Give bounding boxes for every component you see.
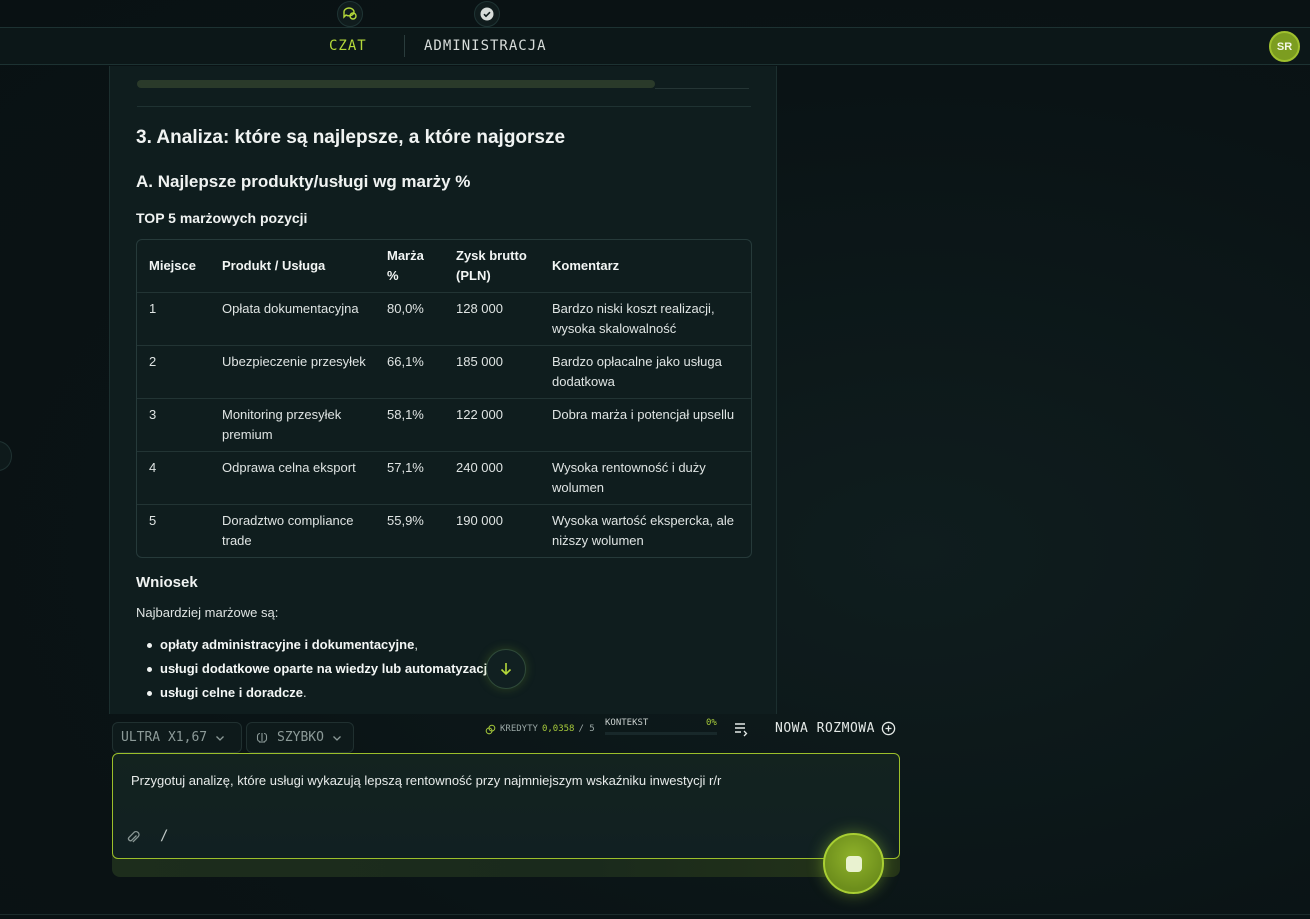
attach-button[interactable]	[125, 829, 141, 850]
tab-administration[interactable]: ADMINISTRACJA	[424, 38, 547, 54]
table-cell: Doradztwo compliance trade	[222, 513, 354, 548]
conversation-list-button[interactable]	[733, 721, 749, 742]
model-label: ULTRA X1,67	[121, 730, 208, 745]
table-row: 3 Monitoring przesyłek premium 58,1% 122…	[137, 399, 751, 452]
list-item: usługi celne i doradcze.	[136, 683, 756, 707]
table-cell: 3	[149, 407, 157, 422]
bottom-divider	[0, 914, 1310, 915]
credits-value: 0,0358	[541, 724, 575, 734]
subsection-heading: A. Najlepsze produkty/usługi wg marży %	[136, 172, 471, 191]
list-item: opłaty administracyjne i dokumentacyjne,	[136, 635, 756, 659]
chat-tab-icon	[337, 1, 363, 27]
column-header: Produkt / Usługa	[222, 258, 326, 273]
table-cell: 4	[149, 460, 157, 475]
chevron-down-icon	[216, 735, 225, 741]
context-percent: 0%	[706, 718, 717, 728]
table-cell: 58,1%	[387, 407, 424, 422]
plus-circle-icon	[881, 721, 896, 736]
table-cell: 1	[149, 301, 157, 316]
arrow-down-icon	[500, 663, 512, 676]
brain-icon	[256, 732, 268, 743]
table-row: 5 Doradztwo compliance trade 55,9% 190 0…	[137, 505, 751, 557]
table-cell: Opłata dokumentacyjna	[222, 301, 359, 316]
table-cell: 122 000	[456, 407, 503, 422]
message-input[interactable]: Przygotuj analizę, które usługi wykazują…	[131, 773, 721, 788]
conclusion-intro: Najbardziej marżowe są:	[136, 605, 279, 620]
paperclip-icon	[127, 830, 140, 843]
chevron-down-icon	[333, 735, 341, 741]
credits-indicator: KREDYTY 0,0358 / 5	[485, 722, 595, 736]
table-cell: Bardzo opłacalne jako usługa dodatkowa	[552, 354, 722, 389]
speed-label: SZYBKO	[277, 730, 324, 745]
admin-tab-icon	[474, 1, 500, 27]
slash-commands-button[interactable]: /	[160, 828, 168, 844]
table-cell: Odprawa celna eksport	[222, 460, 356, 475]
table-cell: 57,1%	[387, 460, 424, 475]
new-conversation-label: NOWA ROZMOWA	[775, 721, 875, 736]
table-cell: 5	[149, 513, 157, 528]
conclusion-heading: Wniosek	[136, 574, 198, 591]
table-cell: 190 000	[456, 513, 503, 528]
table-cell: Dobra marża i potencjał upsellu	[552, 407, 735, 422]
credits-total: / 5	[578, 724, 595, 734]
table-row: 1 Opłata dokumentacyjna 80,0% 128 000 Ba…	[137, 293, 751, 346]
column-header: Zysk brutto (PLN)	[456, 248, 527, 283]
scrollbar-track	[655, 88, 749, 89]
table-heading: TOP 5 marżowych pozycji	[136, 210, 308, 226]
table-cell: Wysoka wartość ekspercka, ale niższy wol…	[552, 513, 734, 548]
model-select[interactable]: ULTRA X1,67	[112, 722, 242, 753]
section-heading: 3. Analiza: które są najlepsze, a które …	[136, 127, 566, 148]
top-margin-table: Miejsce Produkt / Usługa Marża % Zysk br…	[136, 239, 752, 558]
message-composer[interactable]: Przygotuj analizę, które usługi wykazują…	[112, 753, 900, 859]
context-label: KONTEKST	[605, 718, 649, 728]
table-cell: 240 000	[456, 460, 503, 475]
column-header: Miejsce	[149, 258, 196, 273]
column-header: Marża %	[387, 248, 424, 283]
table-cell: 66,1%	[387, 354, 424, 369]
section-divider	[137, 106, 751, 107]
coins-icon	[485, 724, 496, 734]
table-cell: 80,0%	[387, 301, 424, 316]
context-usage-bar	[605, 732, 717, 735]
table-row: 2 Ubezpieczenie przesyłek 66,1% 185 000 …	[137, 346, 751, 399]
list-item: usługi dodatkowe oparte na wiedzy lub au…	[136, 659, 756, 683]
stop-generation-button[interactable]	[823, 833, 884, 894]
list-icon	[735, 723, 748, 737]
stop-icon	[845, 855, 862, 872]
tab-chat[interactable]: CZAT	[329, 38, 367, 54]
table-cell: 185 000	[456, 354, 503, 369]
tab-separator	[404, 35, 405, 57]
table-header-row: Miejsce Produkt / Usługa Marża % Zysk br…	[137, 240, 751, 293]
table-cell: 128 000	[456, 301, 503, 316]
table-cell: Ubezpieczenie przesyłek	[222, 354, 366, 369]
table-cell: Monitoring przesyłek premium	[222, 407, 342, 442]
credits-label: KREDYTY	[500, 724, 538, 734]
table-cell: 55,9%	[387, 513, 424, 528]
user-avatar[interactable]: SR	[1269, 31, 1300, 62]
table-cell: Bardzo niski koszt realizacji, wysoka sk…	[552, 301, 715, 336]
column-header: Komentarz	[552, 258, 620, 273]
top-navigation-bar	[0, 27, 1310, 65]
conclusion-list: opłaty administracyjne i dokumentacyjne,…	[136, 635, 756, 707]
table-cell: Wysoka rentowność i duży wolumen	[552, 460, 706, 495]
new-conversation-button[interactable]: NOWA ROZMOWA	[775, 721, 896, 736]
table-row: 4 Odprawa celna eksport 57,1% 240 000 Wy…	[137, 452, 751, 505]
scroll-to-bottom-button[interactable]	[486, 649, 526, 689]
table-cell: 2	[149, 354, 157, 369]
horizontal-scrollbar[interactable]	[137, 80, 655, 88]
speed-select[interactable]: SZYBKO	[246, 722, 354, 753]
chat-message-panel[interactable]: 3. Analiza: które są najlepsze, a które …	[109, 66, 777, 714]
